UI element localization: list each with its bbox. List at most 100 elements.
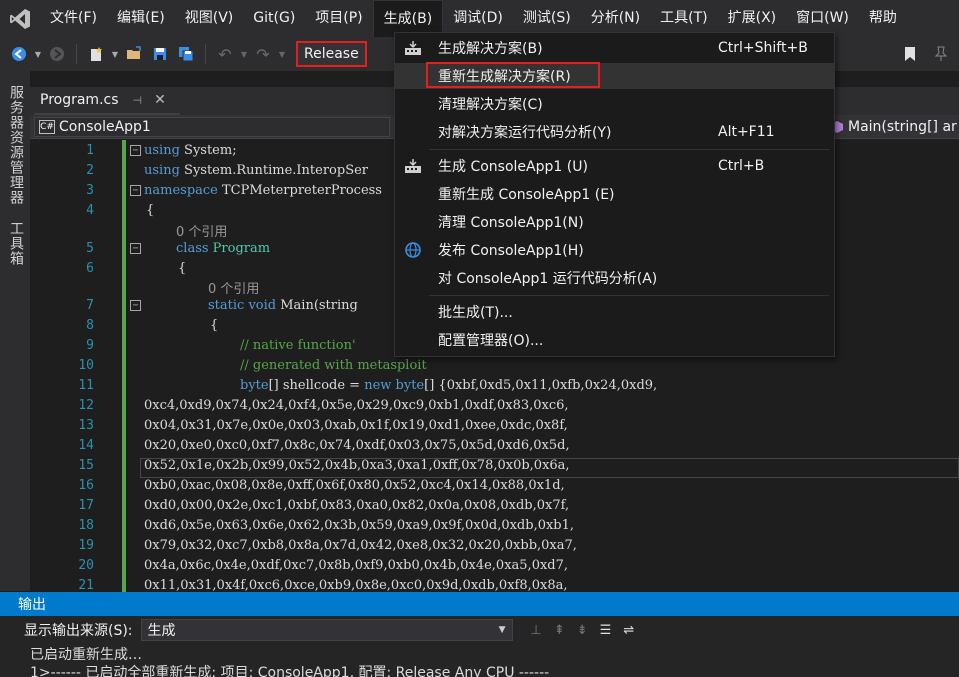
next-message-icon[interactable]: ⇟: [577, 623, 588, 638]
fold-toggle-icon[interactable]: −: [130, 300, 141, 311]
line-number: 5: [86, 241, 94, 256]
close-tab-icon[interactable]: ✕: [154, 92, 166, 108]
output-action-icons: ⊥ ⇞ ⇟ ☰ ⇌: [531, 623, 635, 638]
output-toolbar: 显示输出来源(S): 生成 ▼ ⊥ ⇞ ⇟ ☰ ⇌: [0, 616, 959, 644]
member-dropdown[interactable]: Main(string[] ar: [830, 117, 959, 137]
menu-analyze-solution[interactable]: 对解决方案运行代码分析(Y) Alt+F11: [395, 119, 834, 145]
csharp-project-icon: C#: [39, 120, 55, 134]
code-line: 0x4a,0x6c,0x4e,0xdf,0xc7,0x8b,0xf9,0xb0,…: [144, 558, 569, 573]
code-line: static void Main(string: [208, 298, 358, 313]
line-number: 15: [78, 458, 94, 473]
solution-configuration-dropdown[interactable]: Release: [296, 41, 367, 67]
line-number: 13: [78, 418, 94, 433]
tab-program-cs[interactable]: Program.cs ⊣ ✕: [34, 87, 180, 115]
change-tracking-bar: [122, 140, 126, 592]
code-line: 0x11,0x31,0x4f,0xc6,0xce,0xb9,0x8e,0xc0,…: [144, 578, 568, 592]
output-source-value: 生成: [147, 623, 176, 639]
open-folder-icon[interactable]: [123, 43, 145, 65]
back-icon[interactable]: [8, 43, 30, 65]
menu-file[interactable]: 文件(F): [40, 0, 107, 37]
output-line: 1>------ 已启动全部重新生成: 项目: ConsoleApp1, 配置:…: [30, 665, 550, 677]
menu-edit[interactable]: 编辑(E): [107, 0, 175, 37]
code-line: 0xd6,0x5e,0x63,0x6e,0x62,0x3b,0x59,0xa9,…: [144, 518, 575, 533]
line-number: 14: [78, 438, 94, 453]
undo-icon[interactable]: ↶: [214, 43, 236, 65]
code-line: 0xb0,0xac,0x08,0x8e,0xff,0x6f,0x80,0x52,…: [144, 478, 565, 493]
menu-clean-project[interactable]: 清理 ConsoleApp1(N): [395, 209, 834, 235]
dropdown-arrow-icon[interactable]: ▼: [278, 43, 286, 65]
globe-icon: [403, 240, 423, 260]
output-source-dropdown[interactable]: 生成 ▼: [140, 619, 513, 641]
line-number-gutter: 1 2 3 4 5 6 7 8 9 10 11 12 13 14 15 16 1…: [30, 140, 100, 592]
menu-item-label: 批生成(T)...: [438, 305, 513, 321]
menu-batch-build[interactable]: 批生成(T)...: [395, 299, 834, 325]
output-panel-title[interactable]: 输出: [0, 592, 959, 616]
forward-icon[interactable]: [46, 43, 68, 65]
menu-item-label: 清理解决方案(C): [438, 97, 543, 113]
menu-clean-solution[interactable]: 清理解决方案(C): [395, 91, 834, 117]
line-number: 1: [86, 143, 94, 158]
code-line: {: [146, 203, 155, 218]
go-to-message-icon[interactable]: ⊥: [531, 623, 542, 638]
toolbox-tab[interactable]: 工具箱: [6, 221, 26, 266]
code-line: 0xc4,0xd9,0x74,0x24,0xf4,0x5e,0x29,0xc9,…: [144, 398, 569, 413]
bookmark-icon[interactable]: [899, 43, 921, 65]
word-wrap-icon[interactable]: ⇌: [623, 623, 634, 638]
project-dropdown[interactable]: C# ConsoleApp1: [34, 117, 390, 137]
menu-configuration-manager[interactable]: 配置管理器(O)...: [395, 327, 834, 353]
pin-icon[interactable]: [930, 43, 952, 65]
reference-count[interactable]: 0 个引用: [176, 221, 227, 240]
save-all-icon[interactable]: [175, 43, 197, 65]
line-number: 3: [86, 183, 94, 198]
pin-tab-icon[interactable]: ⊣: [133, 94, 143, 107]
code-line: namespace TCPMeterpreterProcess: [144, 183, 382, 198]
menu-build-solution[interactable]: 生成解决方案(B) Ctrl+Shift+B: [395, 35, 834, 61]
line-number: 6: [86, 261, 94, 276]
line-number: 8: [86, 318, 94, 333]
menu-item-shortcut: Alt+F11: [718, 124, 775, 140]
fold-toggle-icon[interactable]: −: [130, 145, 141, 156]
output-source-label: 显示输出来源(S):: [24, 623, 133, 639]
menu-git[interactable]: Git(G): [243, 0, 305, 37]
fold-toggle-icon[interactable]: −: [130, 185, 141, 196]
output-line: 已启动重新生成…: [30, 647, 142, 663]
previous-message-icon[interactable]: ⇞: [554, 623, 565, 638]
menu-item-label: 清理 ConsoleApp1(N): [438, 215, 584, 231]
menu-publish-project[interactable]: 发布 ConsoleApp1(H): [395, 237, 834, 263]
new-project-icon[interactable]: [85, 43, 107, 65]
code-comment: // generated with metasploit: [240, 358, 427, 373]
fold-toggle-icon[interactable]: −: [130, 243, 141, 254]
line-number: 10: [78, 358, 94, 373]
redo-icon[interactable]: ↷: [252, 43, 274, 65]
menu-item-label: 对解决方案运行代码分析(Y): [438, 125, 612, 141]
menu-build-project[interactable]: 生成 ConsoleApp1 (U) Ctrl+B: [395, 153, 834, 179]
code-line: class Program: [176, 241, 271, 256]
dropdown-arrow-icon[interactable]: ▼: [111, 43, 119, 65]
code-line: 0x04,0x31,0x7e,0x0e,0x03,0xab,0x1f,0x19,…: [144, 418, 568, 433]
configuration-value: Release: [304, 46, 359, 62]
menu-item-shortcut: Ctrl+B: [718, 158, 765, 174]
menu-item-label: 重新生成 ConsoleApp1 (E): [438, 187, 615, 203]
output-panel: 输出 显示输出来源(S): 生成 ▼ ⊥ ⇞ ⇟ ☰ ⇌ 已启动重新生成… 1>…: [0, 592, 959, 677]
dropdown-arrow-icon[interactable]: ▼: [34, 43, 42, 65]
line-number: 19: [78, 538, 94, 553]
line-number: 2: [86, 163, 94, 178]
annotation-highlight-box: [426, 62, 600, 88]
line-number: 21: [78, 578, 94, 592]
menu-view[interactable]: 视图(V): [175, 0, 244, 37]
save-icon[interactable]: [149, 43, 171, 65]
clear-all-icon[interactable]: ☰: [600, 623, 612, 638]
menu-separator: [429, 295, 829, 296]
line-number: 17: [78, 498, 94, 513]
menu-help[interactable]: 帮助: [859, 0, 907, 37]
menu-analyze-project[interactable]: 对 ConsoleApp1 运行代码分析(A): [395, 265, 834, 291]
menu-rebuild-project[interactable]: 重新生成 ConsoleApp1 (E): [395, 181, 834, 207]
menu-project[interactable]: 项目(P): [305, 0, 372, 37]
dropdown-arrow-icon[interactable]: ▼: [240, 43, 248, 65]
menu-separator: [429, 149, 829, 150]
reference-count[interactable]: 0 个引用: [208, 278, 259, 297]
server-explorer-tab[interactable]: 服务器资源管理器: [6, 85, 26, 205]
line-number: 11: [78, 378, 94, 393]
menu-item-shortcut: Ctrl+Shift+B: [718, 40, 808, 56]
visual-studio-logo-icon[interactable]: [0, 0, 40, 37]
